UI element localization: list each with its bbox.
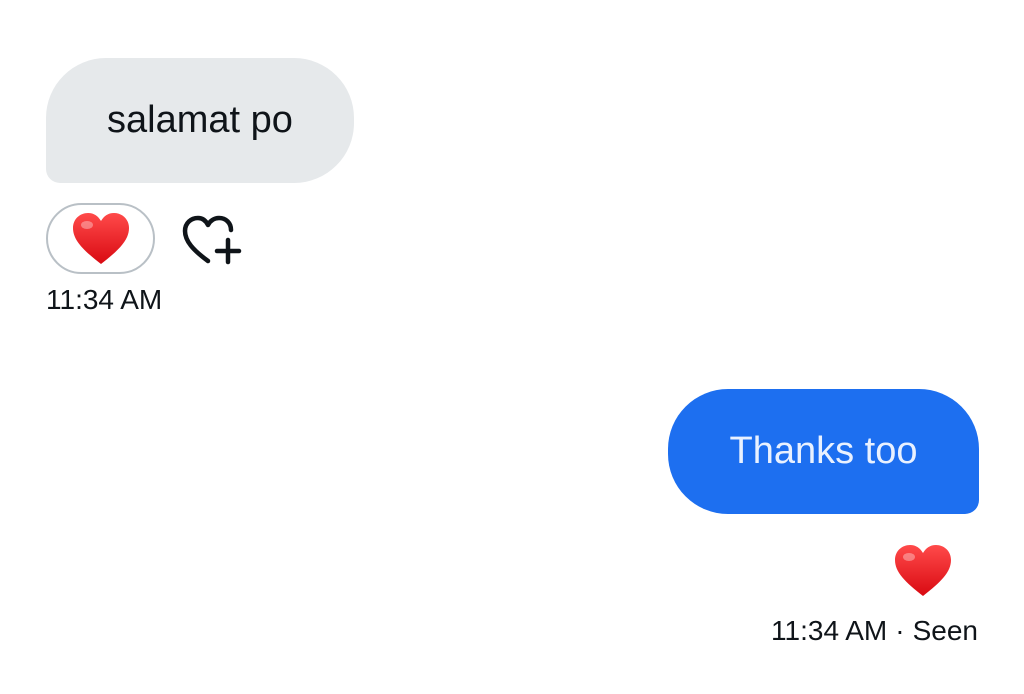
- received-message-timestamp: 11:34 AM: [46, 284, 163, 315]
- red-heart-icon: [72, 212, 129, 264]
- heart-reaction-pill[interactable]: [46, 203, 155, 274]
- sent-message-bubble[interactable]: Thanks too: [668, 389, 979, 514]
- add-reaction-button[interactable]: [180, 212, 244, 268]
- received-message-bubble[interactable]: salamat po: [46, 58, 354, 183]
- status-separator: ·: [895, 615, 905, 646]
- sent-message-text: Thanks too: [729, 430, 918, 472]
- heart-plus-icon: [182, 215, 242, 265]
- red-heart-icon: [895, 545, 951, 596]
- sent-message-status: 11:34 AM · Seen: [771, 615, 978, 647]
- sent-message-reaction[interactable]: [890, 540, 956, 602]
- sent-message-timestamp: 11:34 AM: [771, 615, 888, 646]
- chat-conversation: salamat po 11:34 AM Thanks too 11:34 AM …: [0, 0, 1024, 694]
- seen-status: Seen: [912, 615, 978, 646]
- received-message-text: salamat po: [107, 99, 293, 141]
